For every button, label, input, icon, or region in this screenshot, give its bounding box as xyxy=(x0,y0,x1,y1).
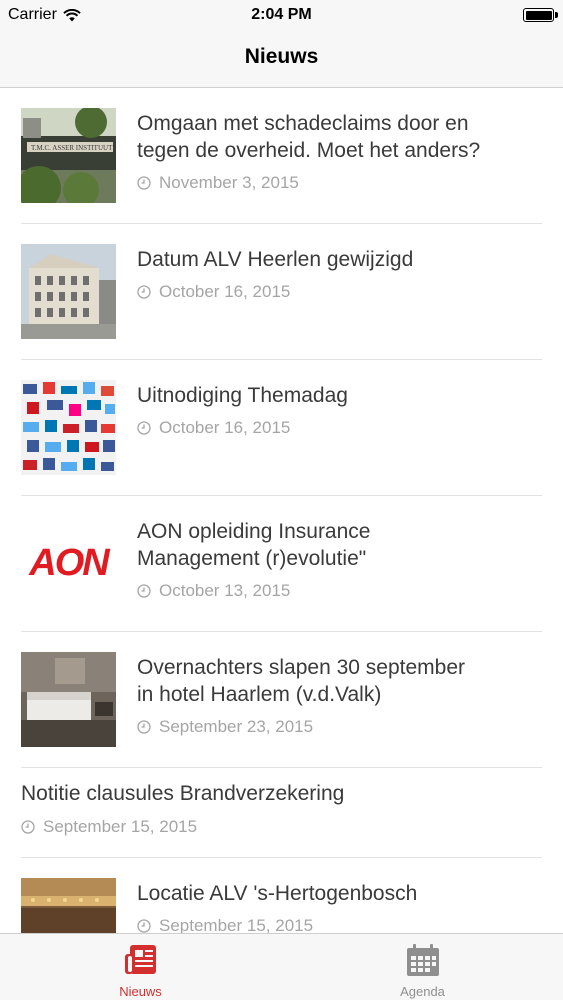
news-date: October 13, 2015 xyxy=(137,581,290,601)
news-item[interactable]: Uitnodiging Themadag October 16, 2015 xyxy=(0,360,563,496)
clock-icon xyxy=(137,584,151,598)
news-thumbnail xyxy=(21,878,116,933)
clock-icon xyxy=(21,820,35,834)
news-title: Datum ALV Heerlen gewijzigd xyxy=(137,248,414,271)
aon-logo: AON xyxy=(21,516,116,611)
tab-agenda[interactable]: Agenda xyxy=(282,934,563,1000)
news-title: Uitnodiging Themadag xyxy=(137,384,348,407)
news-item[interactable]: Overnachters slapen 30 september in hotel… xyxy=(0,632,563,768)
news-title: Locatie ALV 's-Hertogenbosch xyxy=(137,882,418,905)
clock-icon xyxy=(137,919,151,933)
clock-icon xyxy=(137,176,151,190)
news-date: September 15, 2015 xyxy=(137,916,313,933)
clock-icon xyxy=(137,285,151,299)
news-item[interactable]: Datum ALV Heerlen gewijzigd October 16, … xyxy=(0,224,563,360)
news-title: Overnachters slapen 30 september in hotel… xyxy=(137,656,466,706)
news-list[interactable]: T.M.C. ASSER INSTITUUT Omgaan met schade… xyxy=(0,88,563,933)
clock-icon xyxy=(137,421,151,435)
news-thumbnail xyxy=(21,652,116,747)
svg-text:T.M.C. ASSER INSTITUUT: T.M.C. ASSER INSTITUUT xyxy=(31,144,113,152)
news-item[interactable]: T.M.C. ASSER INSTITUUT Omgaan met schade… xyxy=(0,88,563,224)
tab-nieuws[interactable]: Nieuws xyxy=(0,934,281,1000)
newspaper-icon xyxy=(124,945,156,974)
news-item[interactable]: Notitie clausules Brandverzekering Septe… xyxy=(0,768,563,858)
news-thumbnail xyxy=(21,244,116,339)
news-thumbnail xyxy=(21,380,116,475)
news-date: October 16, 2015 xyxy=(137,282,290,302)
news-thumbnail: T.M.C. ASSER INSTITUUT xyxy=(21,108,116,203)
news-item[interactable]: AON AON opleiding Insurance Management (r… xyxy=(0,496,563,632)
news-date: September 23, 2015 xyxy=(137,717,313,737)
news-title: Omgaan met schadeclaims door en tegen de … xyxy=(137,112,481,162)
status-time: 2:04 PM xyxy=(251,6,312,23)
news-date: November 3, 2015 xyxy=(137,173,299,193)
status-bar: Carrier 2:04 PM xyxy=(0,0,563,32)
news-date: October 16, 2015 xyxy=(137,418,290,438)
battery-tip xyxy=(555,12,558,18)
clock-icon xyxy=(137,720,151,734)
news-title: AON opleiding Insurance Management (r)evo… xyxy=(137,520,371,570)
news-date: September 15, 2015 xyxy=(21,817,197,837)
tab-bar: Nieuws Agenda xyxy=(0,933,563,1000)
battery-icon xyxy=(523,8,554,22)
page-title: Nieuws xyxy=(244,45,319,68)
calendar-icon xyxy=(406,944,439,976)
tab-label: Nieuws xyxy=(119,984,162,999)
navigation-bar: Nieuws xyxy=(0,32,563,88)
tab-label: Agenda xyxy=(400,984,445,999)
news-title: Notitie clausules Brandverzekering xyxy=(21,782,345,805)
news-item[interactable]: Locatie ALV 's-Hertogenbosch September 1… xyxy=(0,858,563,933)
